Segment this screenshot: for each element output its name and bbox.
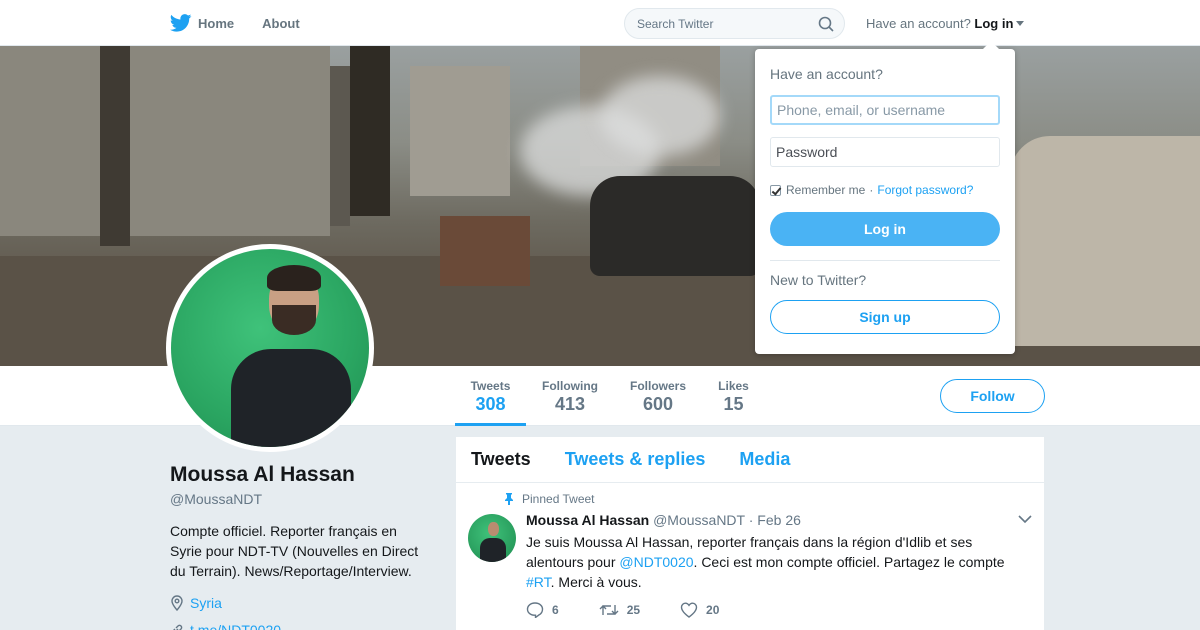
banner-tree: [350, 46, 390, 216]
tweet-date[interactable]: · Feb 26: [749, 512, 801, 528]
tweet-text-part: . Merci à vous.: [550, 574, 642, 590]
timeline: Tweets Tweets & replies Media Pinned Twe…: [456, 437, 1044, 630]
tweet-author-handle[interactable]: @MoussaNDT: [653, 512, 745, 528]
twitter-bird-icon: [170, 14, 192, 32]
timeline-tabs: Tweets Tweets & replies Media: [456, 437, 1044, 483]
remember-me-label[interactable]: Remember me: [786, 183, 865, 197]
search-input[interactable]: Search Twitter: [624, 8, 845, 39]
tweet-avatar[interactable]: [468, 514, 516, 562]
avatar-body: [231, 349, 351, 447]
banner-building: [0, 46, 330, 236]
top-navigation: Home About Search Twitter Have an accoun…: [0, 0, 1200, 46]
banner-car: [590, 176, 760, 276]
stat-following[interactable]: Following 413: [536, 366, 604, 426]
tweet-avatar-head: [488, 522, 499, 536]
nav-about[interactable]: About: [262, 16, 300, 31]
have-account-text: Have an account?: [866, 16, 971, 31]
tweet-actions: 6 25 20: [526, 602, 759, 618]
stat-label: Followers: [629, 379, 686, 393]
tweet-avatar-body: [480, 538, 506, 562]
nav-home[interactable]: Home: [170, 14, 234, 32]
reply-count: 6: [552, 603, 559, 617]
caret-down-icon: [1016, 21, 1025, 26]
heart-icon: [680, 602, 698, 618]
location-pin-icon: [171, 595, 183, 611]
profile-link-text: t.me/NDT0020: [190, 622, 282, 630]
reply-button[interactable]: 6: [526, 602, 559, 618]
link-icon: [173, 624, 183, 630]
banner-smoke: [600, 76, 720, 156]
signup-button[interactable]: Sign up: [770, 300, 1000, 334]
follow-button[interactable]: Follow: [940, 379, 1045, 413]
banner-building: [410, 66, 510, 196]
retweet-icon: [599, 605, 619, 615]
profile-name[interactable]: Moussa Al Hassan: [170, 463, 355, 487]
stat-value: 600: [642, 394, 674, 414]
pin-icon: [505, 493, 513, 505]
stat-tweets[interactable]: Tweets 308: [455, 366, 526, 426]
tweet-author-name[interactable]: Moussa Al Hassan: [526, 512, 649, 528]
dropdown-divider: [770, 260, 1000, 261]
profile-location-text: Syria: [190, 595, 222, 611]
forgot-password-link[interactable]: Forgot password?: [877, 183, 973, 197]
password-field[interactable]: [770, 137, 1000, 167]
tweet-mention-link[interactable]: @NDT0020: [619, 554, 693, 570]
reply-icon: [526, 602, 544, 618]
login-dropdown: Have an account? Remember me · Forgot pa…: [755, 41, 1015, 354]
profile-avatar[interactable]: [166, 244, 374, 452]
avatar-beard: [272, 305, 316, 335]
login-button[interactable]: Log in: [770, 212, 1000, 246]
search-icon[interactable]: [818, 16, 834, 32]
nav-left: Home About: [170, 0, 328, 46]
tweet-hashtag-link[interactable]: #RT: [526, 574, 551, 590]
search-placeholder: Search Twitter: [637, 17, 714, 31]
tweet-header: Moussa Al Hassan @MoussaNDT · Feb 26: [526, 512, 801, 528]
like-count: 20: [706, 603, 720, 617]
banner-building: [330, 66, 350, 226]
pinned-label: Pinned Tweet: [504, 492, 595, 506]
avatar-image: [171, 249, 369, 447]
stat-label: Likes: [718, 379, 749, 393]
stat-followers[interactable]: Followers 600: [624, 366, 692, 426]
login-link[interactable]: Log in: [974, 16, 1013, 31]
tweet-text-part: . Ceci est mon compte officiel. Partagez…: [693, 554, 1005, 570]
banner-debris: [440, 216, 530, 286]
avatar-hair: [267, 265, 321, 291]
stat-label: Tweets: [470, 379, 511, 393]
profile-bio: Compte officiel. Reporter français en Sy…: [170, 523, 419, 579]
profile-handle[interactable]: @MoussaNDT: [170, 491, 262, 507]
like-button[interactable]: 20: [680, 602, 719, 618]
username-field[interactable]: [770, 95, 1000, 125]
nav-about-label: About: [262, 15, 300, 31]
stat-value: 15: [723, 394, 744, 414]
tab-media[interactable]: Media: [739, 449, 790, 470]
retweet-count: 25: [626, 603, 641, 617]
new-to-twitter-text: New to Twitter?: [770, 272, 867, 288]
profile-location[interactable]: Syria: [170, 595, 222, 611]
stat-value: 308: [475, 394, 506, 414]
banner-car: [1010, 136, 1200, 346]
profile-link[interactable]: t.me/NDT0020: [170, 622, 281, 630]
tweet-text: Je suis Moussa Al Hassan, reporter franç…: [526, 532, 1026, 592]
stat-likes[interactable]: Likes 15: [712, 366, 755, 426]
separator-dot: ·: [869, 183, 874, 197]
chevron-down-icon[interactable]: [1018, 514, 1032, 524]
remember-me-checkbox[interactable]: [770, 184, 781, 196]
dropdown-title: Have an account?: [770, 66, 883, 82]
retweet-button[interactable]: 25: [599, 602, 640, 618]
stat-value: 413: [554, 394, 586, 414]
tab-tweets-replies[interactable]: Tweets & replies: [565, 449, 706, 470]
banner-tree: [100, 46, 130, 246]
remember-row: Remember me · Forgot password?: [770, 183, 973, 197]
login-toggle[interactable]: Have an account? Log in: [866, 16, 1025, 31]
tab-tweets[interactable]: Tweets: [471, 449, 531, 470]
nav-home-label: Home: [198, 15, 235, 31]
pinned-text: Pinned Tweet: [522, 492, 595, 506]
stat-label: Following: [542, 379, 598, 393]
